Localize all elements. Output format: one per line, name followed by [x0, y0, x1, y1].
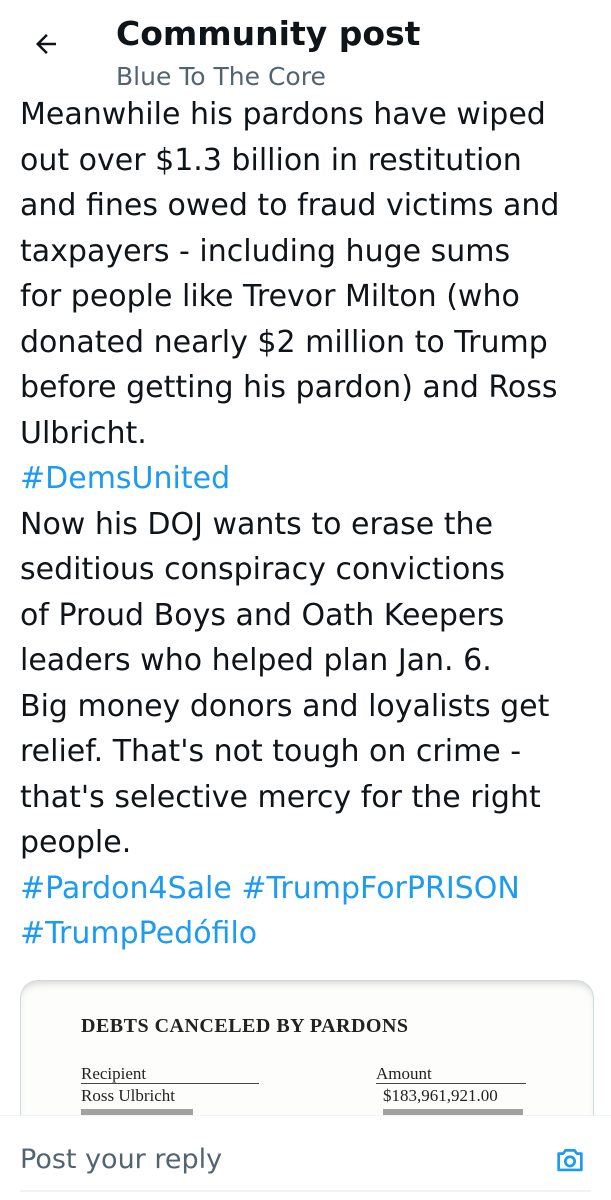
community-post-screen: Community post Blue To The Core Meanwhil… [0, 0, 611, 1200]
hashtag-line: #DemsUnited [20, 456, 605, 502]
page-title: Community post [116, 14, 421, 53]
reply-input[interactable]: Post your reply [20, 1140, 520, 1180]
post-text-line: Ulbricht. [20, 415, 147, 451]
camera-icon [553, 1143, 587, 1181]
post-text-line: leaders who helped plan Jan. 6. [20, 643, 492, 678]
post-text-line: for people like Trevor Milton (who [20, 279, 520, 314]
post-text-line: relief. That's not tough on crime - [20, 734, 522, 769]
camera-button[interactable] [548, 1140, 592, 1184]
recipient-column-rule [81, 1083, 259, 1084]
community-name[interactable]: Blue To The Core [116, 60, 326, 88]
post-text-line: and fines owed to fraud victims and [20, 188, 560, 223]
post-text-line: of Proud Boys and Oath Keepers [20, 597, 505, 633]
post-text: Meanwhile his pardons have wiped out ove… [20, 92, 605, 957]
post-text-line: donated nearly $2 million to Trump [20, 324, 548, 360]
hashtag-line: #Pardon4Sale #TrumpForPRISON [20, 866, 605, 912]
hashtag-line: #TrumpPedófilo [20, 911, 605, 957]
hashtag-trumpforprison[interactable]: #TrumpForPRISON [241, 871, 519, 906]
recipient-column-header: Recipient [81, 1064, 147, 1083]
amount-cell: $183,961,921.00 [383, 1086, 498, 1105]
post-text-line: that's selective mercy for the right [20, 779, 541, 815]
post-text-line: taxpayers - including huge sums [20, 233, 511, 269]
amount-column-header: Amount [376, 1064, 432, 1083]
reply-bar: Post your reply [0, 1115, 611, 1200]
top-bar: Community post Blue To The Core [0, 0, 611, 88]
arrow-left-icon [31, 29, 61, 63]
post-text-line: out over $1.3 billion in restitution [20, 142, 522, 178]
hashtag-pardon4sale[interactable]: #Pardon4Sale [20, 871, 232, 906]
back-button[interactable] [22, 22, 70, 70]
post-text-line: Now his DOJ wants to erase the [20, 506, 494, 542]
post-text-line: seditious conspiracy convictions [20, 552, 506, 587]
hashtag-trumppedofilo[interactable]: #TrumpPedófilo [20, 916, 257, 951]
reply-divider [20, 1190, 591, 1192]
post-text-line: people. [20, 825, 132, 860]
hashtag-demsunited[interactable]: #DemsUnited [20, 461, 230, 496]
post-text-line: before getting his pardon) and Ross [20, 370, 558, 405]
post-text-line: Meanwhile his pardons have wiped [20, 97, 546, 132]
amount-column-rule [376, 1083, 526, 1084]
recipient-cell: Ross Ulbricht [81, 1086, 175, 1105]
post-text-line: Big money donors and loyalists get [20, 688, 550, 724]
document-title: DEBTS CANCELED BY PARDONS [81, 1015, 409, 1037]
